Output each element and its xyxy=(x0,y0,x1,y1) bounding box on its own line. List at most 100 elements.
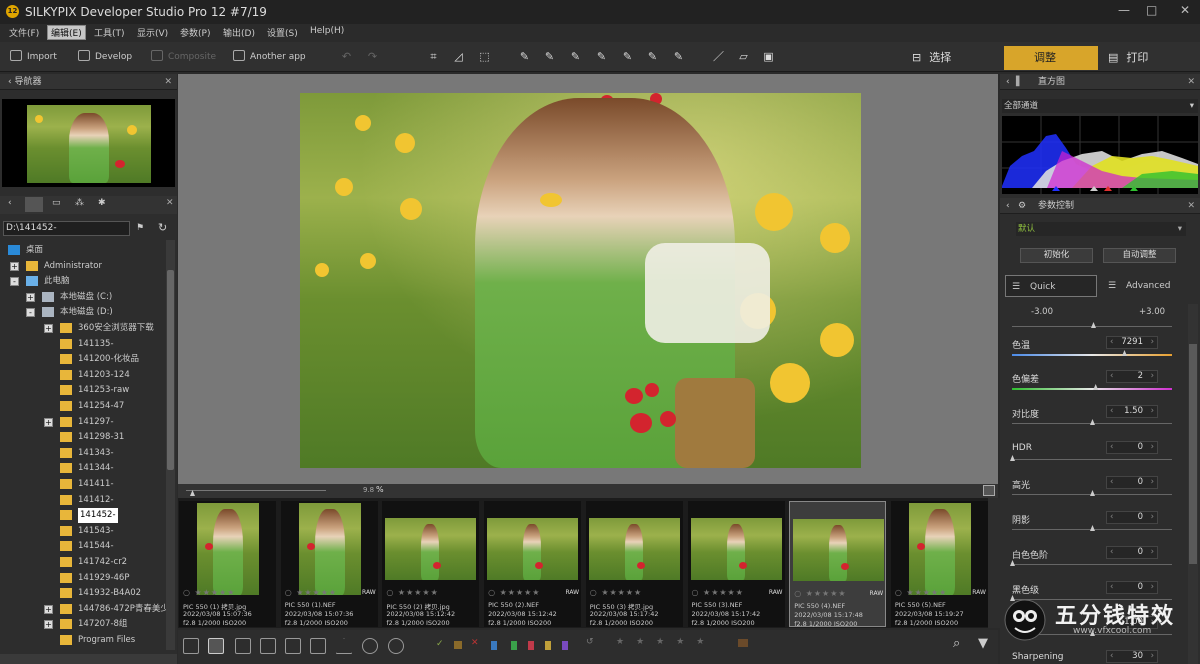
tree-item[interactable]: 141200-化妆品 xyxy=(0,352,165,367)
tree-item[interactable]: 141742-cr2 xyxy=(0,555,165,570)
param-value-input[interactable]: 0 xyxy=(1106,511,1158,524)
spot-tool-6-icon[interactable]: ✎ xyxy=(646,50,659,63)
check-icon[interactable]: ✓ xyxy=(436,639,444,649)
tree-item[interactable]: 141135- xyxy=(0,337,165,352)
fit-icon[interactable] xyxy=(983,485,995,496)
menu-help[interactable]: Help(H) xyxy=(310,26,344,36)
zoom-slider[interactable] xyxy=(186,490,326,491)
maximize-button[interactable]: □ xyxy=(1146,3,1157,17)
filmstrip-thumbnail[interactable]: ○ ★★★★★ PIC 550 (2) 拷贝.jpg 2022/03/08 15:1… xyxy=(382,501,480,627)
menu-file[interactable]: 文件(F) xyxy=(9,26,39,39)
tree-item[interactable]: 141298-31 xyxy=(0,430,165,445)
brush-icon[interactable]: ／ xyxy=(712,50,725,63)
crop-icon[interactable]: ⌗ xyxy=(427,50,440,63)
bookmark-icon[interactable]: ⚑ xyxy=(136,223,144,233)
color-label-yellow-icon[interactable] xyxy=(545,641,551,650)
filmstrip-thumbnail[interactable]: ○ ★★★★★ RAW PIC 550 (1).NEF 2022/03/08 15:0… xyxy=(280,501,378,627)
compare-view-icon[interactable] xyxy=(260,638,276,654)
rotate-right-icon[interactable] xyxy=(388,638,404,654)
param-value-input[interactable]: 7291 xyxy=(1106,336,1158,349)
image-viewer[interactable] xyxy=(178,74,998,498)
menu-edit[interactable]: 编辑(E) xyxy=(47,25,86,40)
close-icon[interactable]: ✕ xyxy=(1187,198,1195,214)
filmstrip-thumbnail[interactable]: ○ ★★★★★ RAW PIC 550 (2).NEF 2022/03/08 15:1… xyxy=(484,501,582,627)
spot-tool-2-icon[interactable]: ✎ xyxy=(543,50,556,63)
collapse-icon[interactable]: ‹ xyxy=(1006,198,1010,214)
label-icon[interactable] xyxy=(454,641,462,649)
param-value-input[interactable]: 0 xyxy=(1106,546,1158,559)
expand-icon[interactable]: + xyxy=(26,292,35,302)
color-label-red-icon[interactable] xyxy=(528,641,534,650)
tree-item[interactable]: 141929-46P xyxy=(0,571,165,586)
rating-stars[interactable]: ○ ★★★★★ xyxy=(488,588,540,597)
tree-item[interactable]: +360安全浏览器下载 xyxy=(0,321,165,336)
rotate-icon[interactable]: ◿ xyxy=(452,50,465,63)
param-slider[interactable] xyxy=(1012,354,1172,356)
param-value-input[interactable]: 1.50 xyxy=(1106,405,1158,418)
tree-item[interactable]: 141412- xyxy=(0,493,165,508)
spot-tool-1-icon[interactable]: ✎ xyxy=(518,50,531,63)
param-slider[interactable] xyxy=(1012,388,1172,390)
filmstrip-thumbnail[interactable]: ○ ★★★★★ RAW PIC 550 (5).NEF 2022/03/08 15:1… xyxy=(890,501,988,627)
tree-item[interactable]: 141411- xyxy=(0,477,165,492)
rating-stars[interactable]: ○ ★★★★★ xyxy=(386,588,438,597)
tree-item[interactable]: 141254-47 xyxy=(0,399,165,414)
spot-tool-5-icon[interactable]: ✎ xyxy=(621,50,634,63)
fullscreen-icon[interactable] xyxy=(285,638,301,654)
folder-tab-icon[interactable] xyxy=(25,197,43,212)
menu-params[interactable]: 参数(P) xyxy=(180,26,210,39)
close-button[interactable]: ✕ xyxy=(1180,3,1190,17)
collapse-icon[interactable]: - xyxy=(26,308,35,318)
rating-stars[interactable]: ○ ★★★★★ xyxy=(285,588,337,597)
lock-icon[interactable] xyxy=(738,639,748,647)
tree-item[interactable]: 141452- xyxy=(0,508,165,524)
tree-item[interactable]: Program Files xyxy=(0,633,165,648)
auto-adjust-button[interactable]: 自动调整 xyxy=(1103,248,1176,263)
reject-icon[interactable]: ✕ xyxy=(471,638,479,648)
filmstrip-scrollbar[interactable] xyxy=(988,498,1000,628)
tree-item[interactable]: +144786-472P青春美少 xyxy=(0,602,168,617)
rating-stars[interactable]: ○ ★★★★★ xyxy=(183,588,235,597)
tree-item[interactable]: + Administrator xyxy=(0,259,165,274)
import-button[interactable]: Import xyxy=(10,50,57,62)
initialize-button[interactable]: 初始化 xyxy=(1020,248,1093,263)
rating-stars[interactable]: ○ ★★★★★ xyxy=(895,588,947,597)
rating-stars[interactable]: ○ ★★★★★ xyxy=(590,588,642,597)
tree-item[interactable]: 141344- xyxy=(0,461,165,476)
tree-item[interactable]: 141253-raw xyxy=(0,383,165,398)
menu-view[interactable]: 显示(V) xyxy=(137,26,168,39)
color-label-blue-icon[interactable] xyxy=(491,641,497,650)
expand-icon[interactable]: + xyxy=(44,324,53,333)
color-label-purple-icon[interactable] xyxy=(562,641,568,650)
tree-scrollbar[interactable] xyxy=(166,240,175,650)
close-icon[interactable]: ✕ xyxy=(1187,74,1195,90)
filmstrip-thumbnail[interactable]: ○ ★★★★★ PIC 550 (1) 拷贝.jpg 2022/03/08 15:0… xyxy=(179,501,276,627)
expand-icon[interactable]: + xyxy=(10,261,19,271)
search-icon[interactable]: ⌕ xyxy=(953,636,960,651)
tree-item[interactable]: 141543- xyxy=(0,524,165,539)
adjust-mode-button[interactable]: 调整 xyxy=(1004,46,1098,70)
filter-tab-icon[interactable]: ⁂ xyxy=(75,198,84,208)
filmstrip-thumbnail[interactable]: ○ ★★★★★ RAW PIC 550 (3).NEF 2022/03/08 15:1… xyxy=(687,501,785,627)
multi-view-icon[interactable] xyxy=(310,638,326,654)
path-input[interactable]: D:\141452- xyxy=(3,221,130,236)
param-value-input[interactable]: 0 xyxy=(1106,441,1158,454)
minimize-button[interactable]: — xyxy=(1118,3,1130,17)
tree-item[interactable]: +141297- xyxy=(0,415,165,430)
grid-view-icon[interactable] xyxy=(183,638,199,654)
menu-tools[interactable]: 工具(T) xyxy=(94,26,125,39)
rating-stars[interactable]: ○ ★★★★★ xyxy=(794,589,846,598)
tab-quick[interactable]: ☰ Quick xyxy=(1005,275,1097,297)
refresh-icon[interactable]: ↻ xyxy=(158,221,167,234)
spot-tool-7-icon[interactable]: ✎ xyxy=(672,50,685,63)
collapse-icon[interactable]: ‹ xyxy=(8,198,12,208)
tree-hscrollbar[interactable] xyxy=(0,654,177,664)
spot-tool-4-icon[interactable]: ✎ xyxy=(595,50,608,63)
rating-stars[interactable]: ★★★★★ xyxy=(616,637,716,647)
menu-output[interactable]: 输出(D) xyxy=(223,26,255,39)
rating-stars[interactable]: ○ ★★★★★ xyxy=(692,588,744,597)
reset-rating-icon[interactable]: ↺ xyxy=(586,637,594,647)
tree-item[interactable]: 141203-124 xyxy=(0,368,165,383)
undo-icon[interactable]: ↶ xyxy=(340,50,353,63)
tree-item[interactable]: 141544- xyxy=(0,539,165,554)
